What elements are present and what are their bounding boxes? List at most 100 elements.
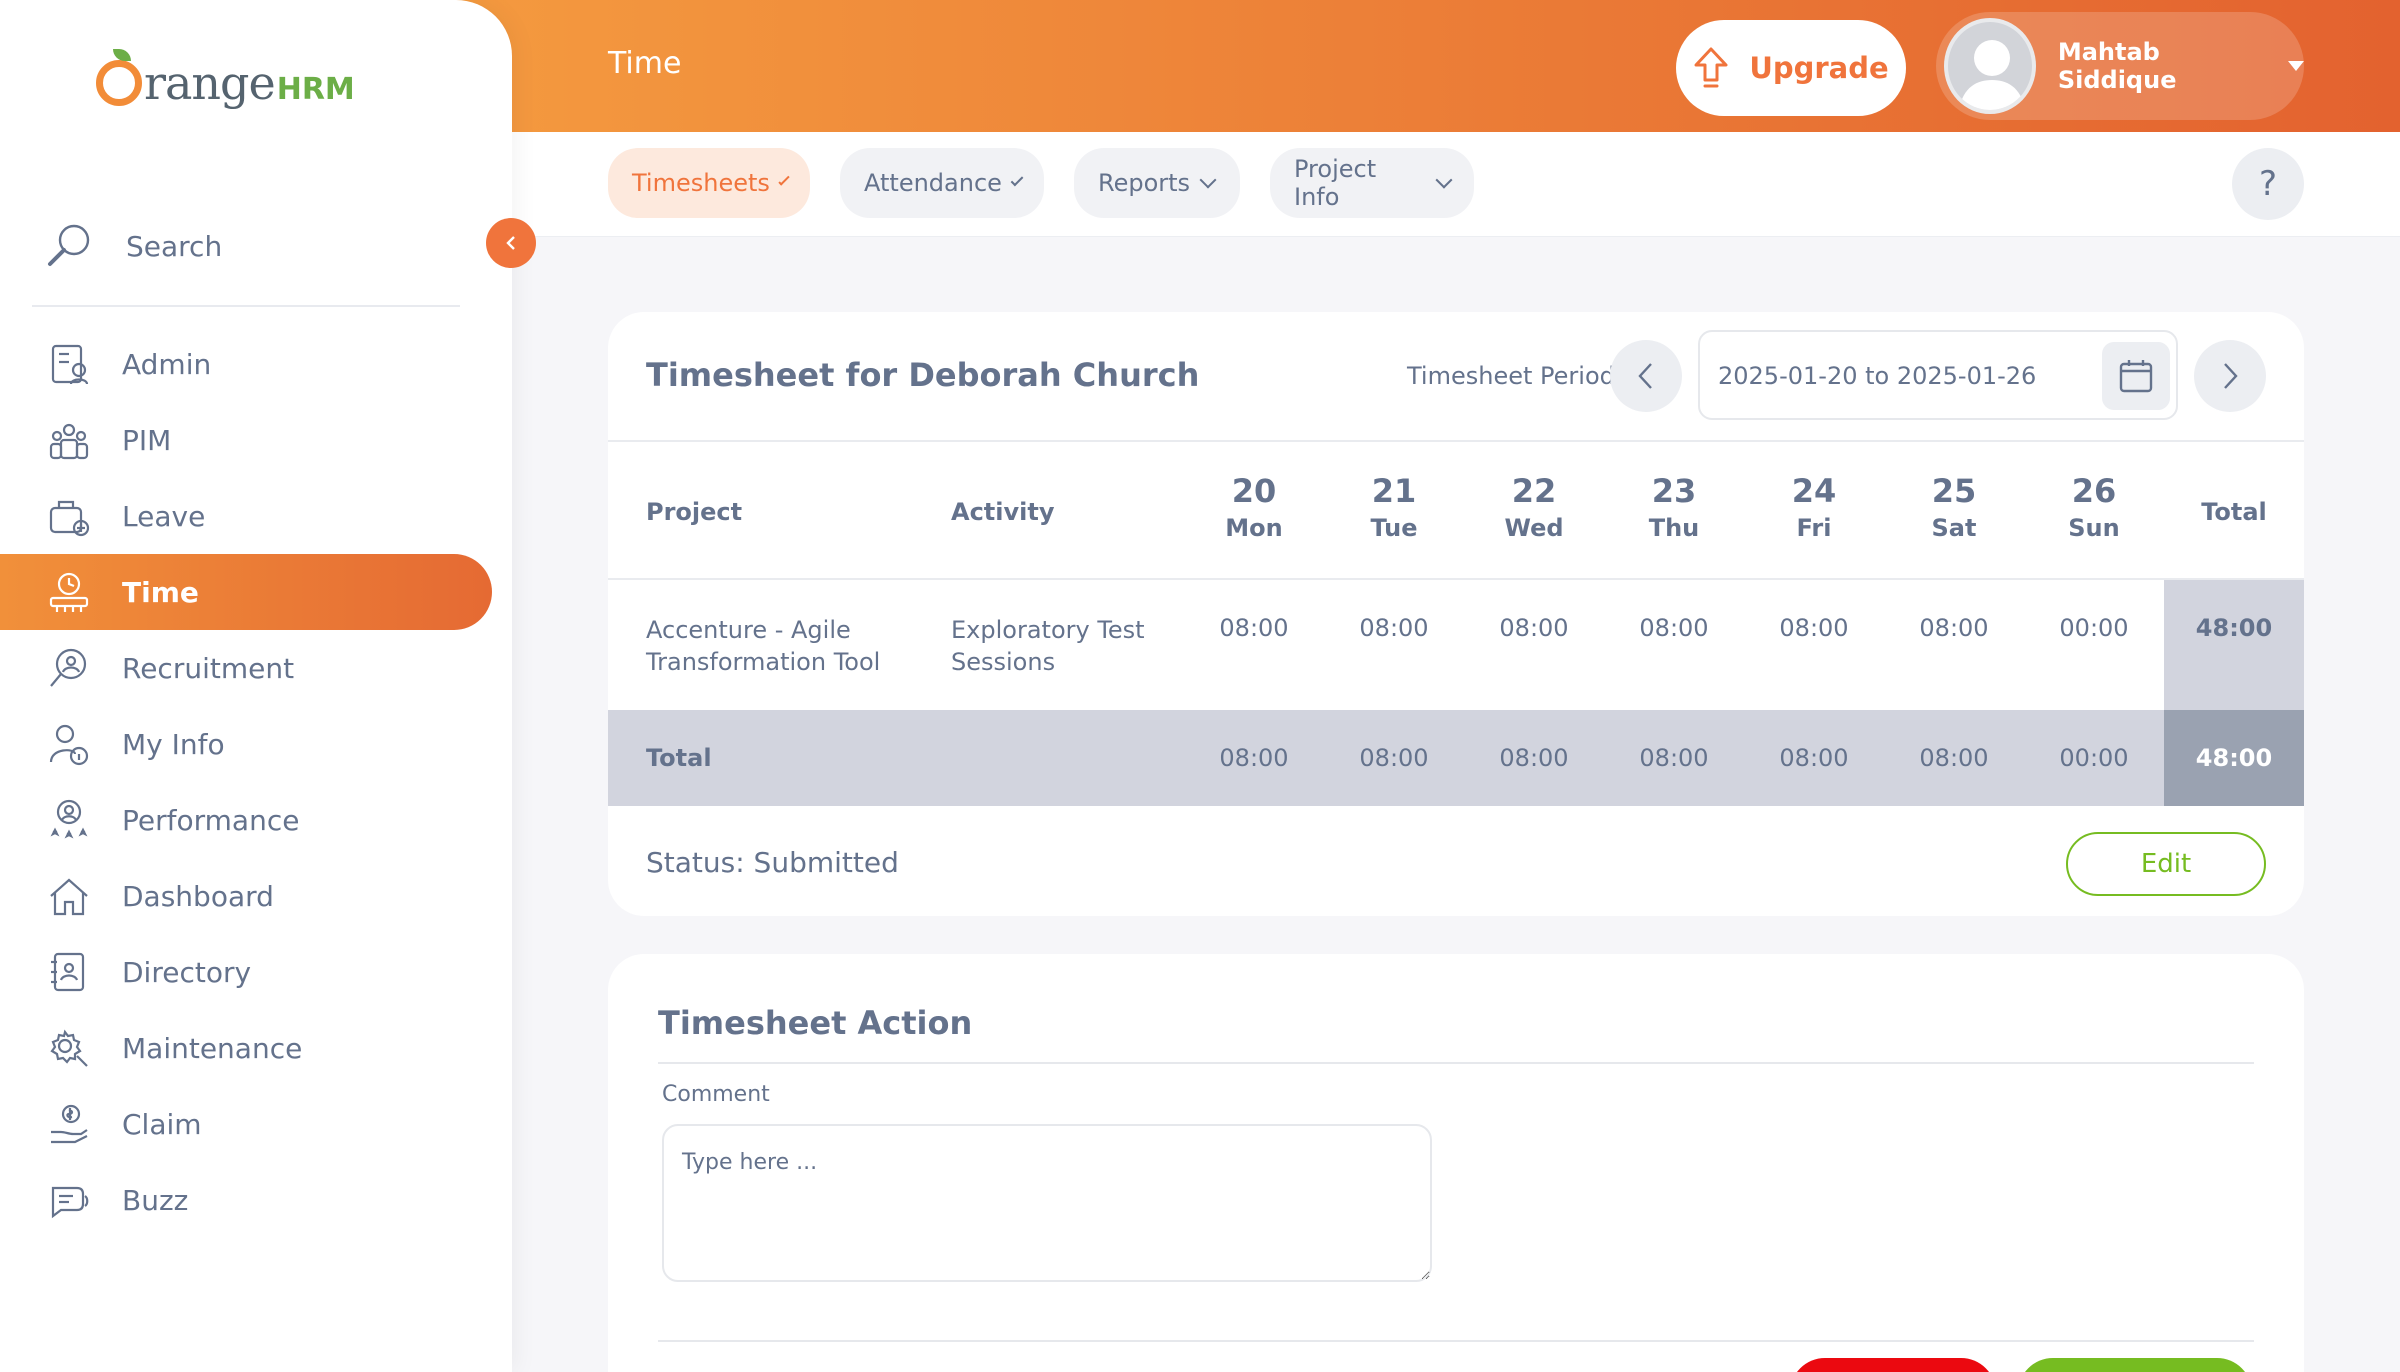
brand-text: range bbox=[144, 56, 276, 110]
tab-label: Timesheets bbox=[632, 169, 770, 197]
calendar-icon bbox=[2119, 360, 2153, 393]
column-header-day: 26 Sun bbox=[2034, 472, 2154, 542]
activity-cell: Exploratory Test Sessions bbox=[951, 614, 1145, 678]
hours-cell: 08:00 bbox=[1359, 614, 1429, 642]
help-button[interactable]: ? bbox=[2232, 148, 2304, 220]
column-header-day: 20 Mon bbox=[1194, 472, 1314, 542]
buzz-icon bbox=[44, 1175, 94, 1225]
timesheet-card: Timesheet for Deborah Church Timesheet P… bbox=[608, 312, 2304, 916]
column-header-day: 21 Tue bbox=[1334, 472, 1454, 542]
edit-button[interactable]: Edit bbox=[2066, 832, 2266, 896]
timesheet-action-title: Timesheet Action bbox=[658, 1004, 973, 1042]
table-row: Accenture - Agile Transformation Tool Exp… bbox=[608, 580, 2304, 710]
chevron-left-icon bbox=[1638, 363, 1652, 389]
pim-icon bbox=[44, 415, 94, 465]
calendar-button[interactable] bbox=[2102, 342, 2170, 410]
hours-cell: 08:00 bbox=[1639, 614, 1709, 642]
tab-project-info[interactable]: Project Info bbox=[1270, 148, 1474, 218]
timesheet-period-input[interactable]: 2025-01-20 to 2025-01-26 bbox=[1698, 330, 2178, 420]
reject-button[interactable] bbox=[1790, 1358, 1996, 1372]
sidebar-item-dashboard[interactable]: Dashboard bbox=[0, 858, 492, 934]
search-label: Search bbox=[126, 229, 223, 263]
column-header-day: 25 Sat bbox=[1894, 472, 2014, 542]
brand-hrm: HRM bbox=[276, 72, 355, 107]
grand-total-cell: 48:00 bbox=[2195, 744, 2273, 772]
dashboard-icon bbox=[44, 871, 94, 921]
sidebar-item-label: PIM bbox=[122, 423, 172, 457]
sidebar-item-my-info[interactable]: My Info bbox=[0, 706, 492, 782]
timesheet-period-value: 2025-01-20 to 2025-01-26 bbox=[1718, 362, 2037, 390]
sidebar-item-admin[interactable]: Admin bbox=[0, 326, 492, 402]
timesheet-period-label: Timesheet Period bbox=[1407, 362, 1615, 390]
sidebar-item-label: Time bbox=[122, 575, 199, 609]
sidebar-collapse-button[interactable] bbox=[486, 218, 536, 268]
approve-button[interactable] bbox=[2018, 1358, 2252, 1372]
tab-label: Project Info bbox=[1294, 155, 1377, 211]
brand-logo[interactable]: range HRM bbox=[96, 49, 355, 110]
daily-total-cell: 08:00 bbox=[1919, 744, 1989, 772]
sidebar-item-label: Leave bbox=[122, 499, 206, 533]
day-name: Wed bbox=[1504, 514, 1564, 542]
comment-textarea[interactable] bbox=[662, 1124, 1432, 1282]
comment-label: Comment bbox=[662, 1082, 770, 1107]
day-number: 23 bbox=[1651, 472, 1697, 510]
maintenance-icon bbox=[44, 1023, 94, 1073]
hours-cell: 08:00 bbox=[1499, 614, 1569, 642]
sidebar-item-buzz[interactable]: Buzz bbox=[0, 1162, 492, 1238]
daily-total-cell: 00:00 bbox=[2059, 744, 2129, 772]
tab-label: Reports bbox=[1098, 169, 1191, 197]
sidebar-item-performance[interactable]: Performance bbox=[0, 782, 492, 858]
user-name: Mahtab Siddique bbox=[2057, 38, 2177, 94]
tab-timesheets[interactable]: Timesheets bbox=[608, 148, 810, 218]
daily-total-cell: 08:00 bbox=[1779, 744, 1849, 772]
column-header-total: Total bbox=[2201, 498, 2267, 526]
column-header-day: 22 Wed bbox=[1474, 472, 1594, 542]
user-silhouette-icon bbox=[1959, 40, 2025, 110]
sidebar-item-claim[interactable]: Claim bbox=[0, 1086, 492, 1162]
previous-period-button[interactable] bbox=[1610, 340, 1682, 412]
timesheet-action-card: Timesheet Action Comment bbox=[608, 954, 2304, 1372]
day-number: 21 bbox=[1371, 472, 1417, 510]
sidebar-item-time[interactable]: Time bbox=[0, 554, 492, 630]
project-line: Transformation Tool bbox=[646, 648, 881, 676]
timesheet-status: Status: Submitted bbox=[646, 846, 899, 879]
project-cell: Accenture - Agile Transformation Tool bbox=[646, 614, 880, 678]
upgrade-button[interactable]: Upgrade bbox=[1676, 20, 1906, 116]
search-icon bbox=[48, 224, 90, 266]
sidebar-search[interactable]: Search bbox=[44, 218, 222, 274]
upgrade-arrow-icon bbox=[1694, 47, 1728, 88]
next-period-button[interactable] bbox=[2194, 340, 2266, 412]
daily-total-cell: 08:00 bbox=[1359, 744, 1429, 772]
chevron-down-icon bbox=[778, 174, 790, 186]
sidebar-item-leave[interactable]: Leave bbox=[0, 478, 492, 554]
sidebar-item-label: Maintenance bbox=[122, 1031, 303, 1065]
sidebar: range HRM Search Admin PIM Leave Time Re… bbox=[0, 0, 512, 1372]
sidebar-item-pim[interactable]: PIM bbox=[0, 402, 492, 478]
performance-icon bbox=[44, 795, 94, 845]
activity-line: Sessions bbox=[951, 648, 1056, 676]
user-dropdown[interactable]: Mahtab Siddique bbox=[1936, 12, 2304, 120]
divider bbox=[658, 1062, 2254, 1064]
daily-total-cell: 08:00 bbox=[1219, 744, 1289, 772]
upgrade-label: Upgrade bbox=[1749, 51, 1889, 85]
sub-navigation: Timesheets Attendance Reports Project In… bbox=[512, 132, 2400, 237]
day-name: Tue bbox=[1370, 514, 1418, 542]
sidebar-item-recruitment[interactable]: Recruitment bbox=[0, 630, 492, 706]
my-info-icon bbox=[44, 719, 94, 769]
main-menu: Admin PIM Leave Time Recruitment My Info… bbox=[0, 326, 492, 1238]
directory-icon bbox=[44, 947, 94, 997]
hours-cell: 00:00 bbox=[2059, 614, 2129, 642]
tab-attendance[interactable]: Attendance bbox=[840, 148, 1044, 218]
sidebar-item-maintenance[interactable]: Maintenance bbox=[0, 1010, 492, 1086]
sidebar-item-label: Dashboard bbox=[122, 879, 274, 913]
day-number: 24 bbox=[1791, 472, 1837, 510]
chevron-left-icon bbox=[506, 236, 515, 250]
day-number: 20 bbox=[1231, 472, 1277, 510]
row-total-cell: 48:00 bbox=[2195, 614, 2273, 642]
tab-reports[interactable]: Reports bbox=[1074, 148, 1240, 218]
column-header-day: 23 Thu bbox=[1614, 472, 1734, 542]
sidebar-item-directory[interactable]: Directory bbox=[0, 934, 492, 1010]
day-name: Sat bbox=[1931, 514, 1977, 542]
day-number: 22 bbox=[1511, 472, 1557, 510]
hours-cell: 08:00 bbox=[1219, 614, 1289, 642]
